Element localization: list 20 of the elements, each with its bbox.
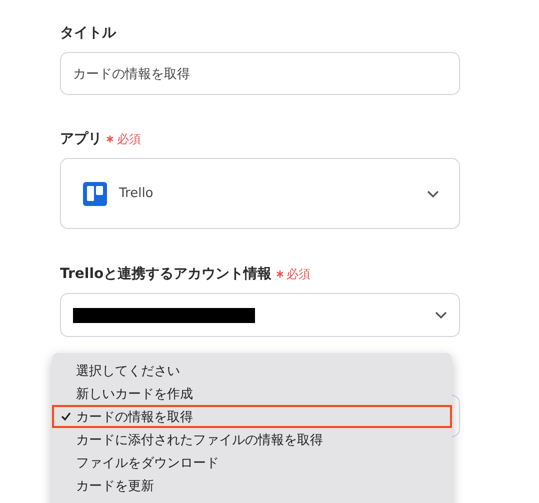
- menu-item[interactable]: 選択してください: [52, 359, 452, 382]
- menu-item[interactable]: カードを更新: [52, 474, 452, 497]
- asterisk-icon: [276, 270, 284, 278]
- menu-item[interactable]: 新しいカードを作成: [52, 382, 452, 405]
- title-input[interactable]: カードの情報を取得: [60, 52, 460, 95]
- menu-item[interactable]: カードの情報を取得: [52, 405, 452, 428]
- asterisk-icon: [106, 135, 114, 143]
- field-label: アプリ: [60, 130, 102, 148]
- check-icon: [61, 412, 71, 421]
- required-marker: 必須: [106, 130, 141, 148]
- board-icon: [83, 182, 107, 206]
- chevron-down-icon: [435, 311, 447, 319]
- menu-item[interactable]: ファイルをダウンロード: [52, 451, 452, 474]
- app-select[interactable]: Trello: [60, 158, 460, 229]
- chevron-down-icon: [427, 190, 439, 198]
- required-marker: 必須: [276, 266, 311, 282]
- field-label: タイトル: [60, 24, 116, 42]
- field-label: Trelloと連携するアカウント情報: [60, 265, 272, 283]
- menu-item[interactable]: カードに添付されたファイルの情報を取得: [52, 428, 452, 451]
- account-select[interactable]: [60, 293, 460, 337]
